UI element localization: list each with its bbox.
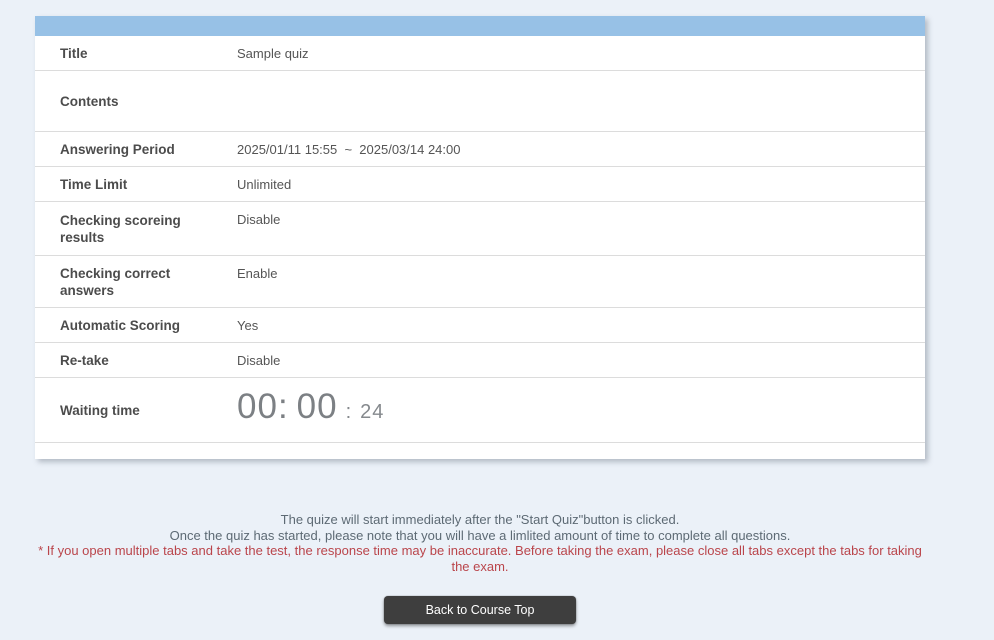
row-automatic-scoring-value: Yes — [237, 318, 259, 333]
row-checking-scoring-results-label: Checking scoreing results — [60, 212, 181, 245]
row-answering-period-value: 2025/01/11 15:55 ~ 2025/03/14 24:00 — [237, 142, 461, 157]
timer-part2: 00 — [296, 387, 338, 426]
row-answering-period-label: Answering Period — [60, 141, 175, 157]
row-checking-scoring-results: Checking scoreing results Disable — [35, 202, 925, 256]
back-to-course-top-button[interactable]: Back to Course Top — [384, 596, 576, 624]
row-automatic-scoring-label: Automatic Scoring — [60, 317, 181, 333]
row-checking-correct-answers: Checking correct answers Enable — [35, 256, 925, 308]
row-time-limit-value: Unlimited — [237, 177, 292, 192]
row-title: Title Sample quiz — [35, 36, 925, 71]
note-line-1: The quize will start immediately after t… — [280, 512, 680, 527]
row-contents-value — [237, 71, 925, 131]
timer-part3: 24 — [360, 401, 385, 423]
row-retake-label: Re-take — [60, 352, 109, 368]
row-contents-label: Contents — [60, 93, 119, 109]
row-time-limit-label: Time Limit — [60, 176, 128, 192]
row-title-label: Title — [60, 45, 88, 61]
row-automatic-scoring: Automatic Scoring Yes — [35, 308, 925, 343]
row-answering-period: Answering Period 2025/01/11 15:55 ~ 2025… — [35, 132, 925, 167]
row-checking-correct-answers-label: Checking correct answers — [60, 265, 171, 298]
row-retake-value: Disable — [237, 353, 281, 368]
quiz-info-card: Title Sample quiz Contents Answering Per… — [35, 16, 925, 459]
row-title-value: Sample quiz — [237, 46, 309, 61]
row-contents: Contents — [35, 71, 925, 132]
timer-separator-2: : — [345, 401, 353, 423]
row-waiting-time: Waiting time 00: 00:24 — [35, 378, 925, 443]
row-time-limit: Time Limit Unlimited — [35, 167, 925, 202]
row-checking-scoring-results-value: Disable — [237, 212, 281, 227]
button-row: Back to Course Top — [35, 596, 925, 624]
waiting-time-countdown: 00: 00:24 — [237, 378, 925, 442]
note-line-2: Once the quiz has started, please note t… — [169, 527, 791, 543]
quiz-notes: The quize will start immediately after t… — [35, 512, 925, 575]
row-retake: Re-take Disable — [35, 343, 925, 378]
timer-part1: 00 — [237, 387, 278, 426]
timer-separator-1: : — [277, 387, 289, 426]
row-waiting-time-label: Waiting time — [60, 402, 140, 418]
card-header-bar — [35, 16, 925, 36]
row-checking-correct-answers-value: Enable — [237, 266, 278, 281]
card-bottom-spacer — [35, 443, 925, 459]
note-warning: * If you open multiple tabs and take the… — [38, 543, 922, 575]
